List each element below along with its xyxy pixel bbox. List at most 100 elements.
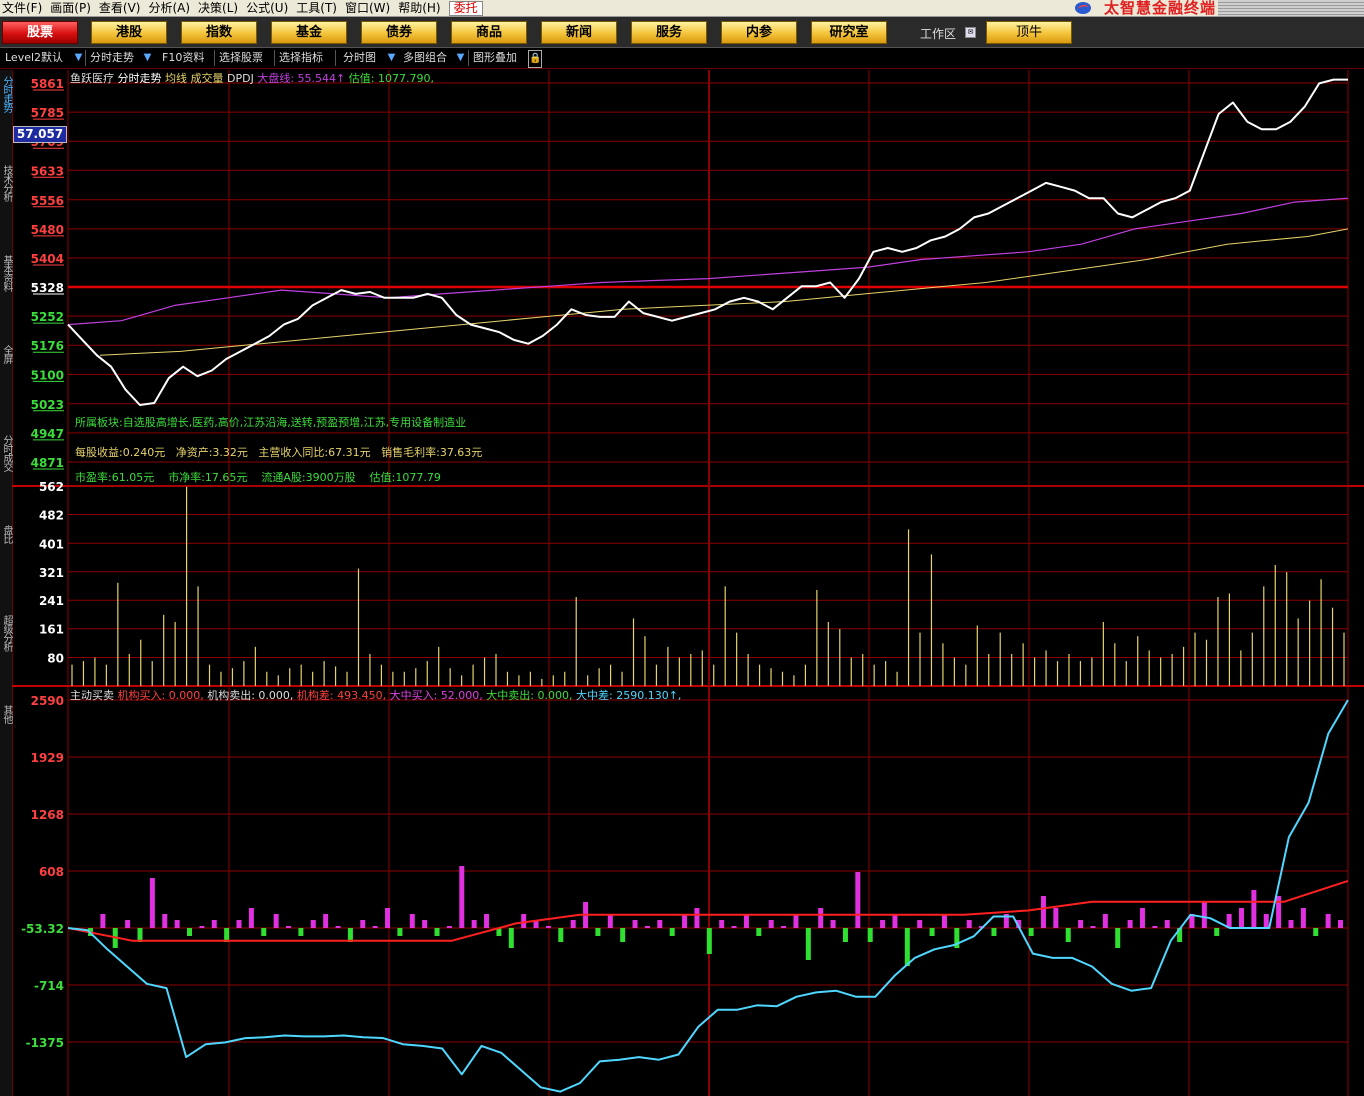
flow-bar bbox=[1127, 919, 1133, 928]
flow-bar bbox=[1214, 927, 1220, 936]
multi-chart-button[interactable]: 多图组合 bbox=[403, 50, 447, 66]
workspace-dropdown-icon[interactable]: ✉ bbox=[965, 27, 976, 38]
select-indicator-button[interactable]: 选择指标 bbox=[279, 50, 323, 66]
volume-axis-label: 562 bbox=[39, 480, 64, 494]
category-stocks[interactable]: 股票 bbox=[2, 21, 78, 44]
menu-file[interactable]: 文件(F) bbox=[0, 0, 48, 16]
flow-bar bbox=[731, 925, 737, 928]
flow-bar bbox=[422, 919, 428, 928]
workspace-button[interactable]: 顶牛 bbox=[986, 21, 1072, 44]
category-fund[interactable]: 基金 bbox=[271, 21, 347, 44]
price-axis-label: 5023 bbox=[31, 398, 64, 412]
revenue-yoy-text: 主营收入同比:67.31元 bbox=[258, 446, 371, 459]
toolbar-divider bbox=[274, 50, 275, 66]
intraday-chart[interactable]: 5861578557095633555654805404532852525176… bbox=[0, 70, 1364, 1096]
flow-bar bbox=[1238, 907, 1244, 928]
category-index[interactable]: 指数 bbox=[181, 21, 257, 44]
flow-bar bbox=[1276, 895, 1282, 928]
current-price-marker: 57.057 bbox=[13, 126, 67, 143]
stock-name: 鱼跃医疗 bbox=[70, 72, 114, 85]
intraday-dropdown-icon[interactable]: ▼ bbox=[143, 51, 152, 65]
flow-bar bbox=[1078, 919, 1084, 928]
index-line-label: 大盘线: 55.544↑ bbox=[257, 72, 346, 85]
inst-sell-label: 机构卖出: 0.000, bbox=[207, 689, 294, 702]
chart-toolbar: Level2默认 ▼ 分时走势 ▼ F10资料 选择股票 选择指标 分时图 ▼ … bbox=[0, 48, 1364, 69]
flow-axis-label: 608 bbox=[39, 865, 64, 879]
flow-axis-label: -714 bbox=[34, 979, 64, 993]
flow-bar bbox=[298, 927, 304, 936]
category-service[interactable]: 服务 bbox=[631, 21, 707, 44]
intraday-chart-button[interactable]: 分时图 bbox=[343, 50, 376, 66]
menu-window[interactable]: 窗口(W) bbox=[343, 0, 396, 16]
menu-decision[interactable]: 决策(L) bbox=[196, 0, 244, 16]
price-axis-label: 5176 bbox=[31, 339, 64, 353]
category-bar: 股票 港股 指数 基金 债券 商品 新闻 服务 内参 研究室 工作区 ✉ 顶牛 bbox=[0, 17, 1364, 48]
flow-bar bbox=[1263, 913, 1269, 928]
float-shares-text: 流通A股:3900万股 bbox=[261, 471, 356, 484]
volume-axis: 562 482 401 321 241 161 80 bbox=[39, 480, 64, 666]
level2-select[interactable]: Level2默认 bbox=[5, 50, 63, 66]
flow-bar bbox=[397, 927, 403, 936]
flow-bar bbox=[743, 913, 749, 928]
flow-bar bbox=[459, 865, 465, 928]
fundamentals-row-1: 每股收益:0.240元 净资产:3.32元 主营收入同比:67.31元 销售毛利… bbox=[75, 444, 482, 460]
menu-view[interactable]: 查看(V) bbox=[97, 0, 147, 16]
flow-bar bbox=[174, 919, 180, 928]
flow-bar bbox=[323, 913, 329, 928]
flow-bar bbox=[335, 925, 341, 928]
flow-bar bbox=[360, 919, 366, 928]
lock-icon[interactable]: 🔒 bbox=[528, 50, 542, 68]
menu-formula[interactable]: 公式(U) bbox=[244, 0, 294, 16]
fundamentals-row-2: 市盈率:61.05元 市净率:17.65元 流通A股:3900万股 估值:107… bbox=[75, 469, 441, 485]
bvps-text: 净资产:3.32元 bbox=[175, 446, 248, 459]
flow-bar bbox=[521, 913, 527, 928]
flow-bar bbox=[236, 919, 242, 928]
category-commodity[interactable]: 商品 bbox=[451, 21, 527, 44]
valuation-text: 估值:1077.79 bbox=[369, 471, 441, 484]
flow-bar bbox=[385, 907, 391, 928]
volume-axis-label: 482 bbox=[39, 508, 64, 522]
volume-axis-label: 321 bbox=[39, 566, 64, 580]
flow-bar bbox=[211, 919, 217, 928]
flow-bar bbox=[100, 913, 106, 928]
category-research[interactable]: 研究室 bbox=[811, 21, 887, 44]
f10-button[interactable]: F10资料 bbox=[162, 50, 204, 66]
flow-bars bbox=[88, 865, 1343, 966]
flow-bar bbox=[818, 907, 824, 928]
avg-line-label: 均线 bbox=[165, 72, 187, 85]
flow-bar bbox=[310, 919, 316, 928]
flow-bar bbox=[929, 927, 935, 936]
menu-help[interactable]: 帮助(H) bbox=[396, 0, 446, 16]
flow-bar bbox=[409, 913, 415, 928]
flow-bar bbox=[867, 927, 873, 942]
multi-chart-dropdown-icon[interactable]: ▼ bbox=[456, 51, 465, 65]
price-axis-label: 5785 bbox=[31, 106, 64, 120]
menu-trade[interactable]: 委托 bbox=[448, 0, 483, 16]
category-insider[interactable]: 内参 bbox=[721, 21, 797, 44]
big-buy-label: 大中买入: 52.000, bbox=[389, 689, 483, 702]
flow-bar bbox=[620, 927, 626, 942]
price-axis-label: 5252 bbox=[31, 310, 64, 324]
intraday-button[interactable]: 分时走势 bbox=[90, 50, 134, 66]
flow-bar bbox=[1028, 927, 1034, 936]
flow-bar bbox=[1251, 889, 1257, 928]
intraday-chart-dropdown-icon[interactable]: ▼ bbox=[387, 51, 396, 65]
flow-bar bbox=[1115, 927, 1121, 948]
flow-bar bbox=[1201, 901, 1207, 928]
level2-dropdown-icon[interactable]: ▼ bbox=[74, 51, 83, 65]
select-stock-button[interactable]: 选择股票 bbox=[219, 50, 263, 66]
flow-bar bbox=[706, 927, 712, 954]
menu-tools[interactable]: 工具(T) bbox=[294, 0, 343, 16]
pe-text: 市盈率:61.05元 bbox=[75, 471, 155, 484]
avg-line bbox=[99, 228, 1349, 356]
menu-analysis[interactable]: 分析(A) bbox=[146, 0, 196, 16]
menu-screen[interactable]: 画面(P) bbox=[48, 0, 97, 16]
overlay-button[interactable]: 图形叠加 bbox=[473, 50, 517, 66]
flow-bar bbox=[657, 919, 663, 928]
category-hk-stocks[interactable]: 港股 bbox=[91, 21, 167, 44]
flow-bar bbox=[1139, 907, 1145, 928]
category-bond[interactable]: 债券 bbox=[361, 21, 437, 44]
estimate-label: 估值: 1077.790, bbox=[348, 72, 434, 85]
flow-bar bbox=[1338, 919, 1343, 928]
category-news[interactable]: 新闻 bbox=[541, 21, 617, 44]
